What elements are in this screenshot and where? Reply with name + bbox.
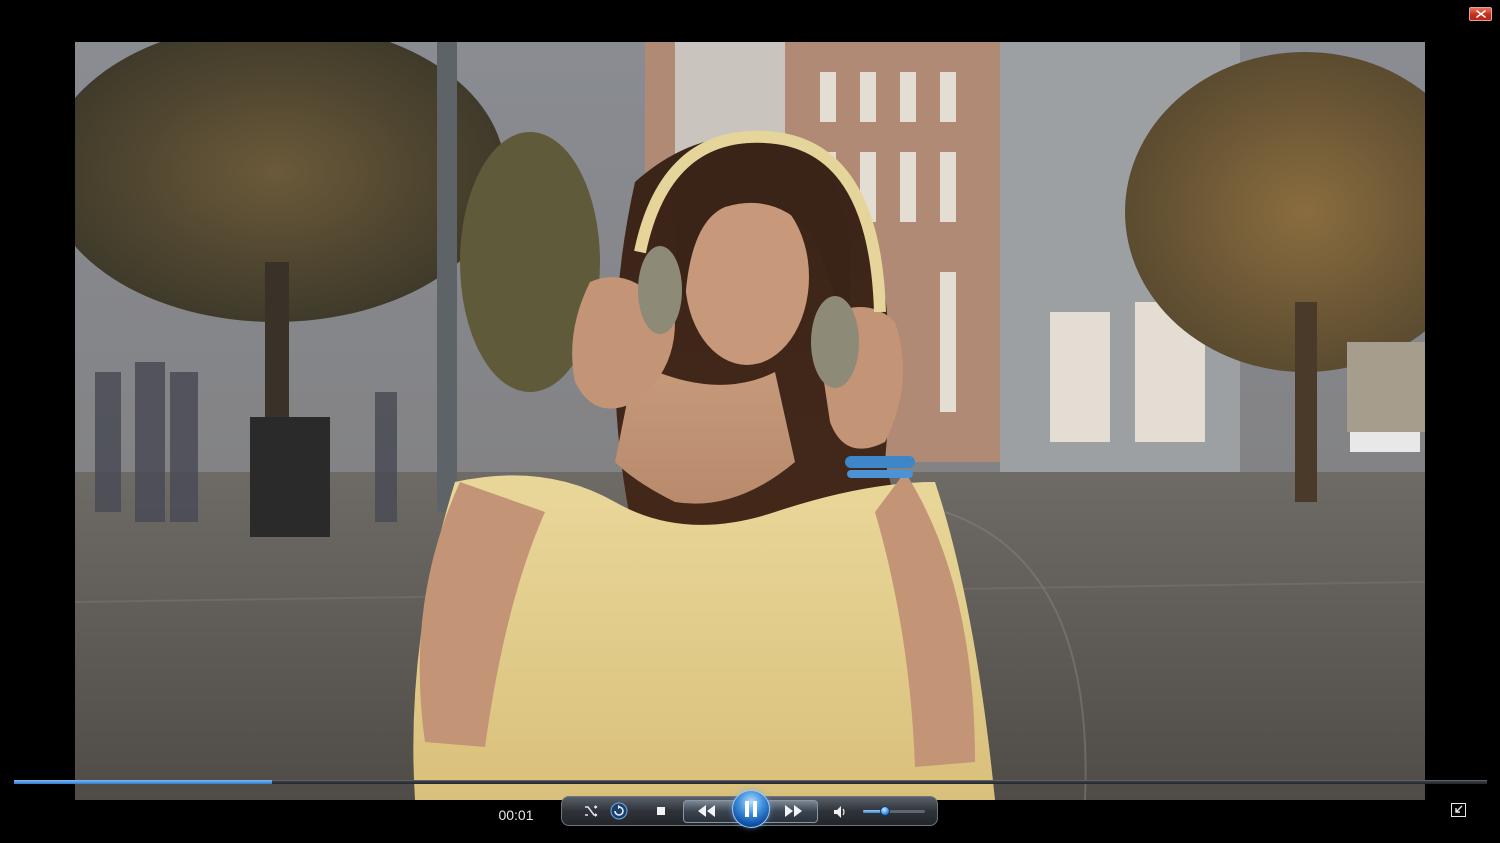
- speaker-icon: [834, 806, 845, 818]
- stop-button[interactable]: [654, 804, 668, 818]
- close-icon: [1475, 10, 1486, 18]
- rewind-button[interactable]: [694, 803, 720, 819]
- pause-icon: [745, 801, 757, 817]
- fast-forward-button[interactable]: [780, 803, 806, 819]
- switch-to-library-button[interactable]: [1451, 803, 1466, 817]
- volume-slider[interactable]: [863, 806, 925, 816]
- repeat-button[interactable]: [610, 802, 628, 820]
- switch-to-library-icon: [1451, 803, 1466, 817]
- shuffle-button[interactable]: [583, 803, 599, 819]
- video-scene: [75, 42, 1425, 800]
- rewind-icon: [698, 805, 715, 817]
- video-frame[interactable]: [75, 42, 1425, 800]
- volume-thumb[interactable]: [879, 806, 890, 816]
- close-button[interactable]: [1469, 7, 1492, 21]
- pause-button[interactable]: [732, 790, 770, 828]
- elapsed-time: 00:01: [498, 807, 534, 823]
- fast-forward-icon: [785, 805, 802, 817]
- shuffle-icon: [585, 805, 598, 817]
- playback-controls: [561, 790, 938, 828]
- repeat-icon: [610, 802, 628, 820]
- seek-progress: [14, 780, 272, 784]
- media-player-window: 00:01: [0, 0, 1500, 843]
- seek-bar[interactable]: [14, 780, 1487, 784]
- mute-button[interactable]: [832, 804, 848, 820]
- stop-icon: [657, 807, 665, 815]
